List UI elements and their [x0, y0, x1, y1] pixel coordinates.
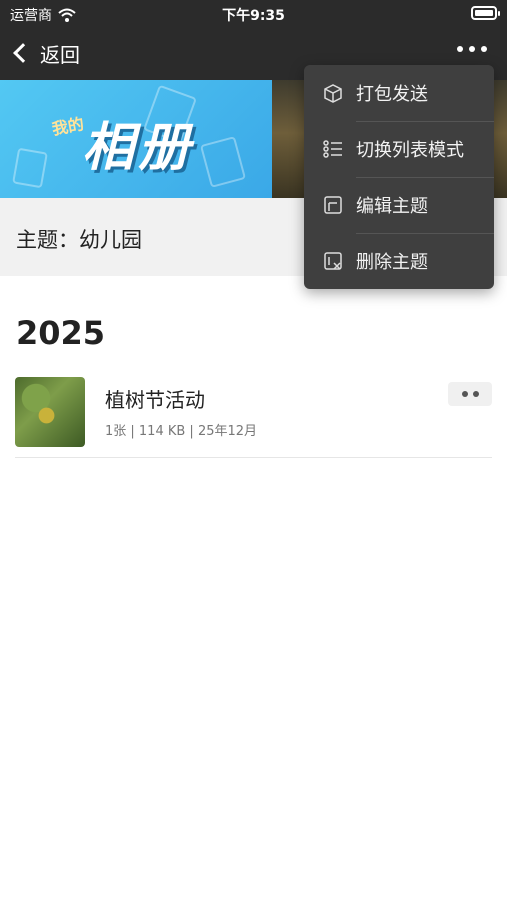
menu-item-package-send[interactable]: 打包发送 [304, 65, 494, 121]
menu-item-switch-list[interactable]: 切换列表模式 [304, 121, 494, 177]
menu-item-delete-theme[interactable]: 删除主题 [304, 233, 494, 289]
banner-big-title: 相册 [82, 118, 195, 178]
menu-item-label: 删除主题 [356, 252, 428, 273]
banner-title-area: 我的 相册 [0, 80, 272, 198]
status-time: 下午9:35 [222, 8, 285, 24]
back-label: 返回 [40, 42, 80, 67]
back-button[interactable]: 返回 [12, 36, 80, 70]
status-bar: 运营商 下午9:35 [0, 0, 507, 28]
options-dot-icon [472, 391, 479, 397]
menu-item-edit-theme[interactable]: 编辑主题 [304, 177, 494, 233]
list-divider [15, 457, 492, 458]
album-name: 植树节活动 [105, 388, 205, 412]
album-thumbnail[interactable] [15, 377, 85, 447]
album-options-button[interactable] [448, 382, 492, 406]
menu-item-label: 切换列表模式 [356, 140, 464, 161]
package-icon [324, 84, 342, 103]
more-dot-icon [457, 46, 463, 52]
more-dot-icon [481, 46, 487, 52]
more-options-button[interactable] [457, 46, 487, 52]
list-icon [323, 140, 342, 158]
delete-icon [324, 252, 342, 270]
year-heading: 2025 [16, 314, 106, 352]
options-dot-icon [461, 391, 468, 397]
chevron-left-icon [13, 43, 33, 63]
theme-label: 主题：幼儿园 [16, 228, 142, 252]
album-meta: 1张 | 114 KB | 25年12月 [105, 424, 258, 439]
more-dot-icon [469, 46, 475, 52]
battery-icon [471, 6, 500, 20]
menu-item-label: 编辑主题 [356, 196, 428, 217]
album-list-item[interactable]: 植树节活动 1张 | 114 KB | 25年12月 [0, 366, 507, 458]
popup-menu: 打包发送 切换列表模式 编辑主题 删除主题 [304, 65, 494, 289]
edit-icon [324, 196, 342, 214]
banner-decoration [12, 147, 48, 189]
menu-item-label: 打包发送 [356, 84, 428, 105]
banner-decoration [199, 136, 247, 188]
banner-small-title: 我的 [50, 114, 86, 139]
